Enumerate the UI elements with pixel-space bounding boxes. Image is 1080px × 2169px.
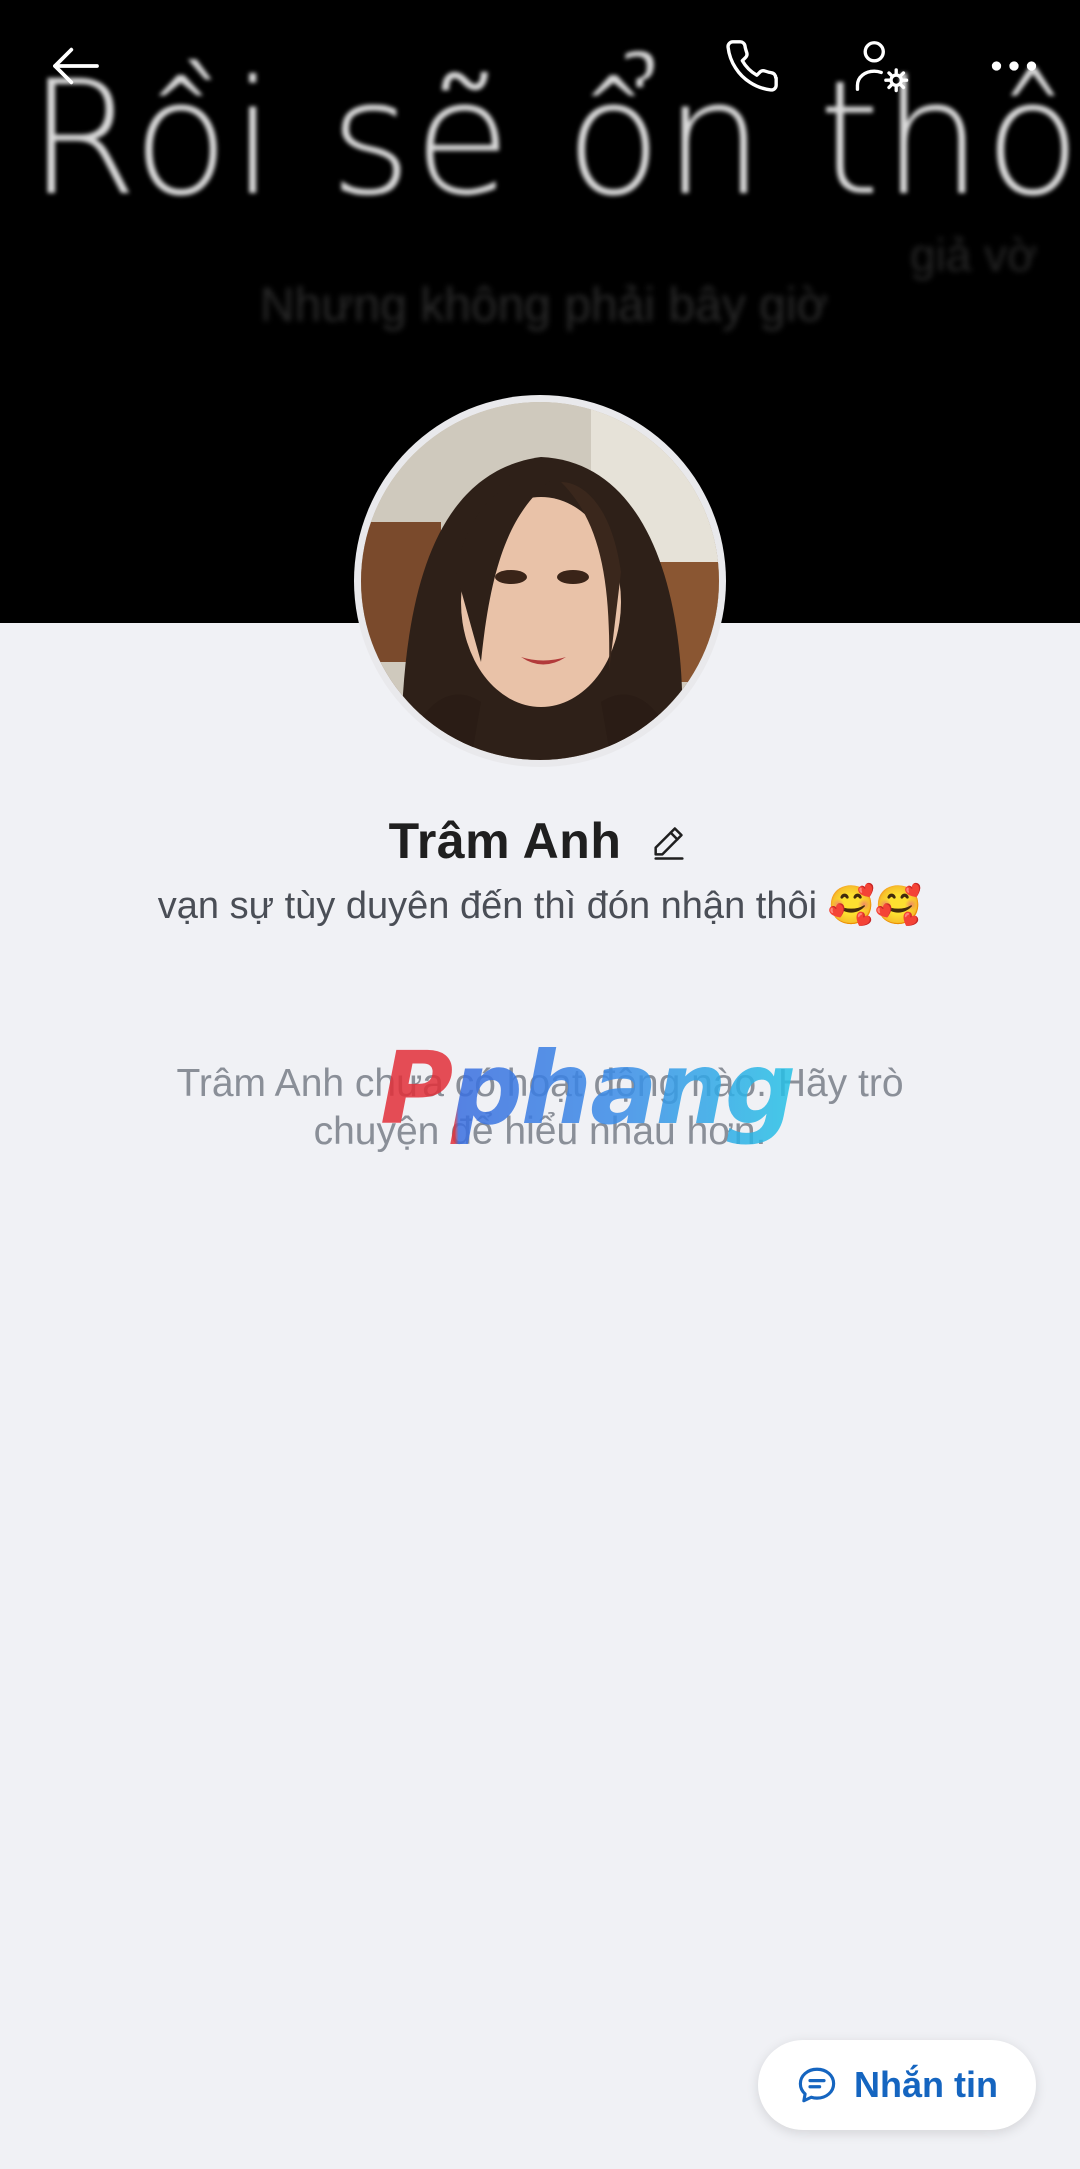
empty-activity-message: Trâm Anh chưa có hoạt động nào. Hãy trò … bbox=[176, 1062, 904, 1153]
cover-faint-text: Nhưng không phải bây giờ bbox=[260, 279, 828, 332]
profile-status: vạn sự tùy duyên đến thì đón nhận thôi 🥰… bbox=[157, 885, 923, 927]
message-button-label: Nhắn tin bbox=[854, 2064, 998, 2105]
back-button[interactable] bbox=[34, 24, 118, 108]
more-options-button[interactable] bbox=[972, 24, 1056, 108]
profile-name: Trâm Anh bbox=[388, 813, 622, 869]
edit-name-button[interactable] bbox=[647, 819, 691, 863]
avatar-ring[interactable] bbox=[354, 395, 726, 767]
call-button[interactable] bbox=[710, 24, 794, 108]
more-horizontal-icon bbox=[991, 61, 1037, 71]
pencil-icon bbox=[654, 827, 684, 860]
phone-icon bbox=[726, 40, 778, 92]
avatar[interactable] bbox=[361, 402, 719, 760]
profile-name-row: Trâm Anh bbox=[0, 812, 1080, 870]
profile-settings-button[interactable] bbox=[840, 24, 924, 108]
message-button[interactable]: Nhắn tin bbox=[758, 2040, 1036, 2130]
user-settings-icon bbox=[855, 41, 909, 93]
cover-faint-text-2: giả vờ bbox=[910, 229, 1038, 281]
arrow-left-icon bbox=[53, 47, 99, 85]
chat-bubble-icon bbox=[798, 2067, 836, 2103]
